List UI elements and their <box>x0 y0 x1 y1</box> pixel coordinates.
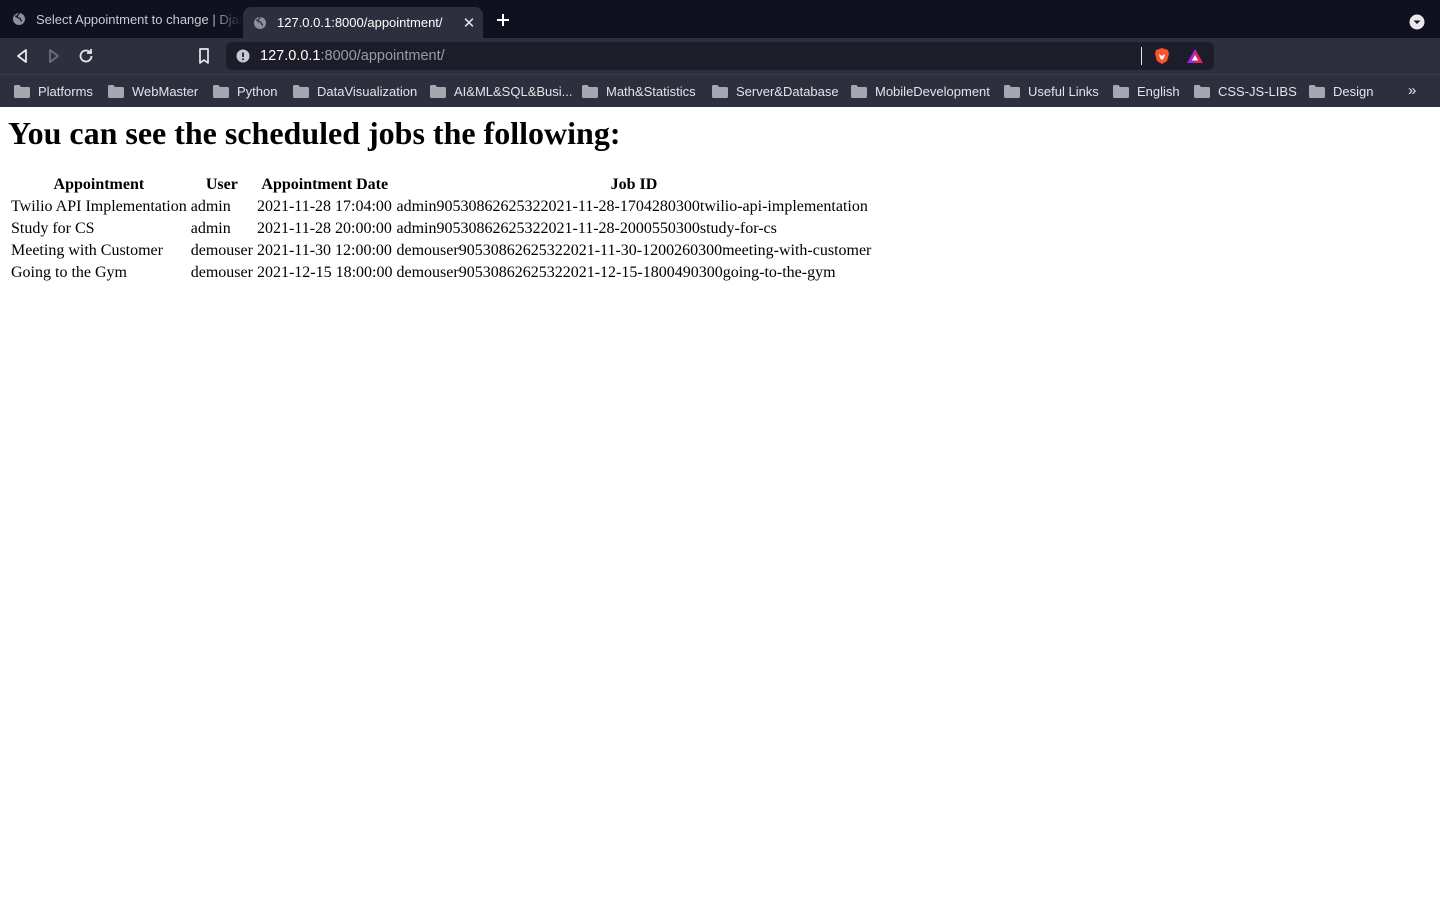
date-cell: 2021-12-15 18:00:00 <box>256 264 393 281</box>
folder-icon <box>582 84 598 98</box>
user-cell: admin <box>190 198 231 215</box>
globe-icon <box>254 16 266 29</box>
user-cell: admin <box>190 220 231 237</box>
more-bookmarks-icon[interactable]: » <box>1408 83 1424 99</box>
bookmark-folder[interactable]: AI&ML&SQL&Busi... <box>430 75 573 107</box>
user-cell: demouser <box>190 242 253 259</box>
tab-admin[interactable]: Select Appointment to change | Django si… <box>0 0 242 38</box>
bookmark-label: DataVisualization <box>317 83 418 99</box>
column-header: Appointment <box>53 176 145 193</box>
date-cell: 2021-11-30 12:00:00 <box>256 242 392 259</box>
bookmark-label: AI&ML&SQL&Busi... <box>454 83 573 99</box>
bookmark-label: MobileDevelopment <box>875 83 990 99</box>
globe-icon <box>13 12 25 25</box>
page-content: You can see the scheduled jobs the follo… <box>0 107 1440 900</box>
url-host: 127.0.0.1 <box>260 48 321 64</box>
bookmark-folder[interactable]: MobileDevelopment <box>851 75 990 107</box>
table-row: Going to the Gym demouser 2021-12-15 18:… <box>10 263 872 283</box>
bookmark-folder[interactable]: Useful Links <box>1004 75 1099 107</box>
reload-icon[interactable] <box>76 46 96 66</box>
page-heading: You can see the scheduled jobs the follo… <box>8 115 621 151</box>
folder-icon <box>430 84 446 98</box>
folder-icon <box>712 84 728 98</box>
bookmark-folder[interactable]: Design <box>1309 75 1373 107</box>
bookmark-folder[interactable]: Platforms <box>14 75 93 107</box>
table-header-row: Appointment User Appointment Date Job ID <box>10 175 872 195</box>
user-cell: demouser <box>190 264 253 281</box>
appointment-cell: Study for CS <box>11 220 95 237</box>
folder-icon <box>293 84 309 98</box>
job-id-cell: admin90530862625322021-11-28-2000550300s… <box>396 220 777 237</box>
bookmark-label: Server&Database <box>736 83 839 99</box>
folder-icon <box>14 84 30 98</box>
column-header: Job ID <box>610 176 658 193</box>
folder-icon <box>1113 84 1129 98</box>
new-tab-icon[interactable] <box>494 11 512 29</box>
bookmark-folder[interactable]: WebMaster <box>108 75 198 107</box>
bookmark-icon[interactable] <box>194 46 214 66</box>
bookmark-label: English <box>1137 83 1180 99</box>
appointment-cell: Going to the Gym <box>11 264 127 281</box>
bookmark-label: Python <box>237 83 278 99</box>
tab-search-icon[interactable] <box>1409 14 1425 30</box>
bookmark-label: Math&Statistics <box>606 83 696 99</box>
bookmark-folder[interactable]: Python <box>213 75 277 107</box>
tab-title: 127.0.0.1:8000/appointment/ <box>277 15 443 30</box>
back-icon[interactable] <box>12 46 32 66</box>
appointment-cell: Meeting with Customer <box>11 242 163 259</box>
job-id-cell: demouser90530862625322021-11-30-12002603… <box>396 242 872 259</box>
jobs-table: Appointment User Appointment Date Job ID… <box>8 173 874 285</box>
folder-icon <box>851 84 867 98</box>
info-icon[interactable] <box>236 49 250 63</box>
bookmarks-bar: Platforms WebMaster Python DataVisualiza… <box>0 74 1440 107</box>
folder-icon <box>108 84 124 98</box>
date-cell: 2021-11-28 17:04:00 <box>256 198 392 215</box>
tab-title: Select Appointment to change | Django si… <box>36 11 242 27</box>
bookmark-label: WebMaster <box>132 83 199 99</box>
bookmark-folder[interactable]: English <box>1113 75 1180 107</box>
folder-icon <box>1194 84 1210 98</box>
date-cell: 2021-11-28 20:00:00 <box>256 220 392 237</box>
folder-icon <box>213 84 229 98</box>
folder-icon <box>1309 84 1325 98</box>
column-header: Appointment Date <box>261 176 389 193</box>
tab-appointment[interactable]: 127.0.0.1:8000/appointment/ ✕ <box>243 7 483 38</box>
forward-icon[interactable] <box>44 46 64 66</box>
url-path: :8000/appointment/ <box>320 48 445 64</box>
column-header: User <box>205 176 238 193</box>
appointment-cell: Twilio API Implementation <box>11 198 187 215</box>
bookmark-label: Useful Links <box>1028 83 1099 99</box>
table-row: Twilio API Implementation admin 2021-11-… <box>10 197 872 217</box>
brave-rewards-icon[interactable] <box>1186 47 1204 65</box>
tab-strip: Select Appointment to change | Django si… <box>0 0 1440 38</box>
table-row: Study for CS admin 2021-11-28 20:00:00 a… <box>10 219 872 239</box>
brave-shields-icon[interactable] <box>1153 47 1171 65</box>
table-row: Meeting with Customer demouser 2021-11-3… <box>10 241 872 261</box>
url-text[interactable]: 127.0.0.1:8000/appointment/ <box>260 47 445 65</box>
bookmark-folder[interactable]: Server&Database <box>712 75 839 107</box>
text-cursor <box>1141 47 1142 65</box>
job-id-cell: demouser90530862625322021-12-15-18004903… <box>396 264 836 281</box>
bookmark-label: Design <box>1333 83 1374 99</box>
bookmark-folder[interactable]: Math&Statistics <box>582 75 696 107</box>
bookmark-label: Platforms <box>38 83 93 99</box>
bookmark-label: CSS-JS-LIBS <box>1218 83 1297 99</box>
job-id-cell: admin90530862625322021-11-28-1704280300t… <box>396 198 868 215</box>
bookmark-folder[interactable]: DataVisualization <box>293 75 417 107</box>
folder-icon <box>1004 84 1020 98</box>
close-icon[interactable]: ✕ <box>455 14 483 32</box>
bookmark-folder[interactable]: CSS-JS-LIBS <box>1194 75 1297 107</box>
